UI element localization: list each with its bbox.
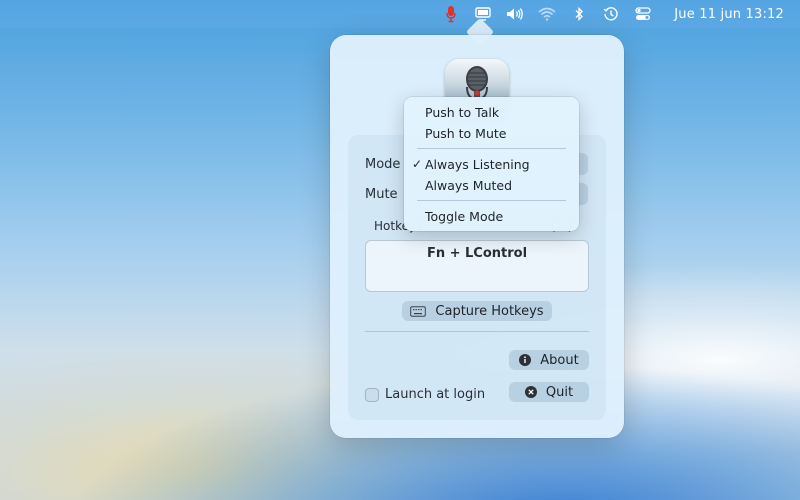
menu-item-label: Always Listening <box>425 157 530 172</box>
mode-dropdown-menu: Push to Talk Push to Mute ✓ Always Liste… <box>404 97 579 231</box>
menu-item-label: Always Muted <box>425 178 513 193</box>
menu-item-label: Toggle Mode <box>425 209 504 224</box>
mode-label: Mode <box>365 157 401 172</box>
hotkey-display[interactable]: Fn + LControl <box>365 240 589 292</box>
menu-item-always-listening[interactable]: ✓ Always Listening <box>404 154 579 175</box>
volume-icon[interactable] <box>500 3 530 25</box>
app-popover: Mode Mute Hotkeys(…) Fn + LControl <box>330 35 624 438</box>
menu-item-push-to-talk[interactable]: Push to Talk <box>404 102 579 123</box>
divider <box>365 331 589 332</box>
menu-item-push-to-mute[interactable]: Push to Mute <box>404 123 579 144</box>
launch-at-login-label: Launch at login <box>385 387 486 402</box>
about-label: About <box>540 352 579 368</box>
quit-button[interactable]: Quit <box>509 382 589 402</box>
menu-separator <box>417 148 566 149</box>
quit-label: Quit <box>545 384 574 400</box>
keyboard-icon <box>410 305 427 317</box>
about-button[interactable]: About <box>509 350 589 370</box>
wifi-icon[interactable] <box>532 3 562 25</box>
menu-separator <box>417 200 566 201</box>
menu-bar: Jue 11 jun 13:12 <box>0 0 800 28</box>
capture-hotkeys-button[interactable]: Capture Hotkeys <box>402 301 552 321</box>
menu-item-always-muted[interactable]: Always Muted <box>404 175 579 196</box>
launch-at-login-row[interactable]: Launch at login <box>365 387 485 402</box>
capture-hotkeys-label: Capture Hotkeys <box>435 303 544 319</box>
control-center-icon[interactable] <box>628 3 658 25</box>
close-circle-icon <box>524 386 537 398</box>
microphone-icon[interactable] <box>436 3 466 25</box>
launch-at-login-checkbox[interactable] <box>365 387 379 402</box>
bluetooth-icon[interactable] <box>564 3 594 25</box>
menu-item-label: Push to Talk <box>425 105 500 120</box>
menu-item-toggle-mode[interactable]: Toggle Mode <box>404 206 579 227</box>
time-machine-icon[interactable] <box>596 3 626 25</box>
menu-bar-clock[interactable]: Jue 11 jun 13:12 <box>674 7 784 22</box>
checkmark-icon: ✓ <box>412 157 423 171</box>
mute-label: Mute <box>365 187 398 202</box>
menu-item-label: Push to Mute <box>425 126 507 141</box>
info-icon <box>519 354 532 366</box>
